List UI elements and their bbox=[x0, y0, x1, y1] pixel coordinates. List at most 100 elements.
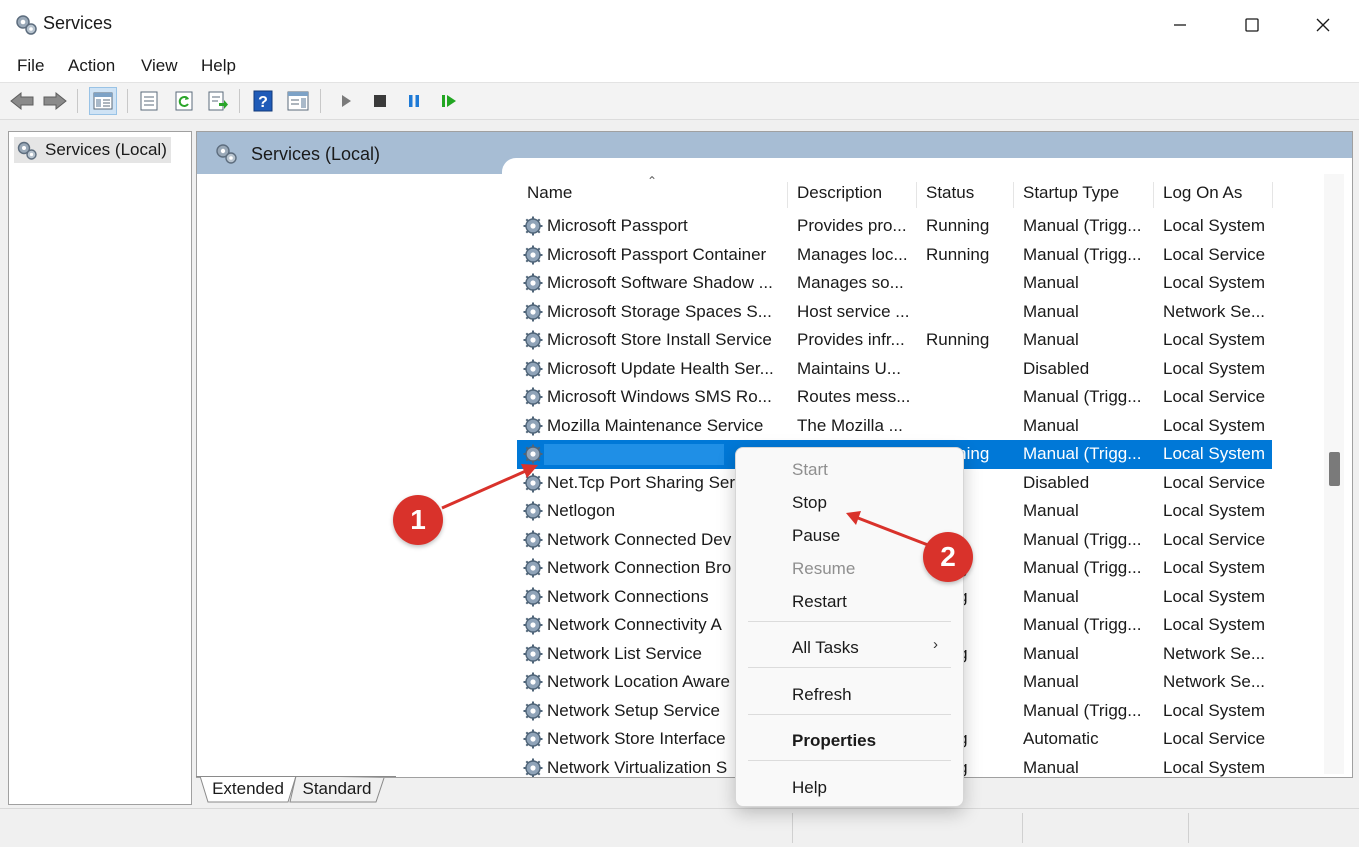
cell-log-on-as: Local System bbox=[1163, 558, 1266, 577]
vertical-scrollbar[interactable] bbox=[1324, 174, 1344, 774]
start-service-icon bbox=[342, 95, 351, 107]
column-header-name[interactable]: Name bbox=[517, 182, 788, 208]
forward-arrow-icon bbox=[43, 91, 67, 111]
services-gear-icon bbox=[216, 144, 237, 164]
status-segment bbox=[792, 813, 793, 843]
pause-service-button[interactable] bbox=[400, 87, 428, 115]
service-gear-icon bbox=[522, 215, 544, 237]
window-title: Services bbox=[43, 13, 113, 33]
cell-log-on-as: Local Service bbox=[1163, 244, 1266, 264]
context-menu-properties[interactable]: Properties bbox=[792, 731, 876, 751]
cell-startup-type: Manual (Trigg... bbox=[1023, 387, 1142, 406]
services-window: Services File Action View Help ? Service… bbox=[0, 0, 1359, 847]
export-list-icon bbox=[208, 91, 228, 111]
service-gear-icon bbox=[522, 329, 544, 351]
context-menu-pause[interactable]: Pause bbox=[792, 526, 840, 546]
toolbar-separator bbox=[77, 89, 78, 113]
service-gear-icon bbox=[522, 586, 544, 608]
tab-extended[interactable]: Extended bbox=[208, 776, 288, 802]
table-row[interactable]: Mozilla Maintenance Service The Mozilla .… bbox=[517, 412, 1272, 441]
cell-startup-type: Manual (Trigg... bbox=[1023, 444, 1142, 463]
context-menu-restart[interactable]: Restart bbox=[792, 592, 847, 612]
stop-service-button[interactable] bbox=[366, 87, 394, 115]
tab-standard[interactable]: Standard bbox=[296, 776, 378, 802]
table-row[interactable]: Microsoft Storage Spaces S... Host servic… bbox=[517, 298, 1272, 327]
menu-bar: File Action View Help bbox=[0, 50, 1359, 83]
cell-description: Maintains U... bbox=[797, 358, 901, 378]
column-header-description[interactable]: Description bbox=[787, 182, 917, 208]
redacted-service-name bbox=[544, 444, 724, 465]
start-service-button[interactable] bbox=[332, 87, 360, 115]
cell-startup-type: Manual bbox=[1023, 501, 1079, 520]
table-row[interactable]: Microsoft Windows SMS Ro... Routes mess..… bbox=[517, 383, 1272, 412]
services-gear-icon bbox=[17, 141, 37, 160]
context-menu-start[interactable]: Start bbox=[792, 460, 828, 480]
column-header-log-on-as[interactable]: Log On As bbox=[1153, 182, 1273, 208]
view-tabs: Extended Standard bbox=[196, 776, 796, 804]
show-action-pane-icon bbox=[287, 91, 309, 111]
column-header-status[interactable]: Status bbox=[916, 182, 1014, 208]
cell-startup-type: Manual bbox=[1023, 301, 1079, 321]
table-row[interactable]: Microsoft Software Shadow ... Manages so.… bbox=[517, 269, 1272, 298]
context-menu-resume[interactable]: Resume bbox=[792, 559, 855, 579]
service-gear-icon bbox=[522, 472, 544, 494]
cell-description: Host service ... bbox=[797, 301, 910, 321]
scrollbar-thumb[interactable] bbox=[1329, 452, 1340, 486]
context-menu-refresh[interactable]: Refresh bbox=[792, 685, 852, 705]
menu-help[interactable]: Help bbox=[201, 56, 236, 76]
properties-icon bbox=[140, 91, 158, 111]
service-gear-icon bbox=[522, 700, 544, 722]
table-row[interactable]: Microsoft Passport Provides pro... Running… bbox=[517, 212, 1272, 241]
column-header-startup-type[interactable]: Startup Type bbox=[1013, 182, 1154, 208]
context-menu-stop[interactable]: Stop bbox=[792, 493, 827, 513]
show-action-pane-button[interactable] bbox=[284, 87, 312, 115]
cell-startup-type: Manual bbox=[1023, 273, 1079, 292]
table-row[interactable]: Microsoft Update Health Ser... Maintains … bbox=[517, 355, 1272, 384]
maximize-button[interactable] bbox=[1216, 0, 1288, 50]
service-gear-icon bbox=[522, 272, 544, 294]
cell-log-on-as: Local System bbox=[1163, 501, 1266, 520]
cell-log-on-as: Network Se... bbox=[1163, 301, 1266, 321]
back-button[interactable] bbox=[8, 87, 36, 115]
minimize-button[interactable] bbox=[1144, 0, 1216, 50]
context-menu: Start Stop Pause Resume Restart All Task… bbox=[735, 447, 964, 807]
cell-startup-type: Manual (Trigg... bbox=[1023, 216, 1142, 235]
cell-description: The Mozilla ... bbox=[797, 415, 903, 435]
forward-button[interactable] bbox=[41, 87, 69, 115]
submenu-chevron-icon: › bbox=[933, 636, 938, 653]
table-row[interactable]: Microsoft Passport Container Manages loc.… bbox=[517, 241, 1272, 270]
menu-action[interactable]: Action bbox=[68, 56, 115, 76]
toolbar-separator bbox=[127, 89, 128, 113]
cell-startup-type: Manual bbox=[1023, 415, 1079, 435]
cell-name: Microsoft Passport Container bbox=[547, 244, 767, 264]
export-list-button[interactable] bbox=[204, 87, 232, 115]
close-button[interactable] bbox=[1287, 0, 1359, 50]
service-gear-icon bbox=[522, 244, 544, 266]
help-icon: ? bbox=[253, 90, 273, 112]
cell-startup-type: Manual bbox=[1023, 672, 1079, 691]
service-gear-icon bbox=[522, 443, 544, 465]
context-menu-help[interactable]: Help bbox=[792, 778, 827, 798]
cell-log-on-as: Local System bbox=[1163, 216, 1266, 235]
menu-file[interactable]: File bbox=[17, 56, 44, 76]
resume-service-button[interactable] bbox=[435, 87, 463, 115]
menu-view[interactable]: View bbox=[141, 56, 178, 76]
tree-item-services-local[interactable]: Services (Local) bbox=[14, 137, 171, 163]
service-gear-icon bbox=[522, 301, 544, 323]
properties-button[interactable] bbox=[135, 87, 163, 115]
cell-log-on-as: Local Service bbox=[1163, 729, 1266, 748]
cell-log-on-as: Local System bbox=[1163, 615, 1266, 634]
show-hide-console-tree-button[interactable] bbox=[89, 87, 117, 115]
service-gear-icon bbox=[522, 557, 544, 579]
cell-status: Running bbox=[926, 244, 990, 264]
cell-status: Running bbox=[926, 216, 990, 235]
service-gear-icon bbox=[522, 500, 544, 522]
context-menu-all-tasks[interactable]: All Tasks bbox=[792, 638, 859, 658]
help-button[interactable]: ? bbox=[249, 87, 277, 115]
service-gear-icon bbox=[522, 671, 544, 693]
refresh-button[interactable] bbox=[170, 87, 198, 115]
table-row[interactable]: Microsoft Store Install Service Provides … bbox=[517, 326, 1272, 355]
context-menu-separator bbox=[748, 667, 951, 668]
cell-log-on-as: Network Se... bbox=[1163, 672, 1266, 691]
cell-log-on-as: Local System bbox=[1163, 273, 1266, 292]
